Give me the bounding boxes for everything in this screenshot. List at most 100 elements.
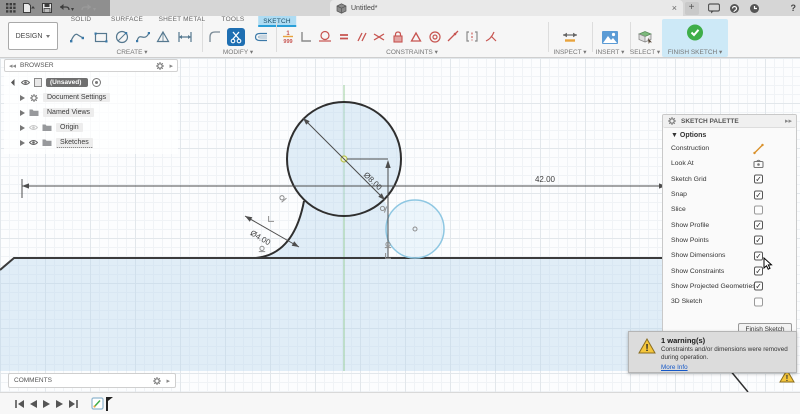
parallel-constraint-icon[interactable]	[352, 28, 370, 46]
more-info-link[interactable]: More Info	[661, 364, 688, 371]
expanded-arrow-icon[interactable]	[11, 79, 18, 86]
comments-bubble-icon[interactable]	[708, 3, 720, 14]
finish-sketch-label[interactable]: FINISH SKETCH ▾	[668, 48, 723, 56]
polygon-icon[interactable]	[154, 28, 172, 46]
dimension-constraint-icon[interactable]: 1999	[279, 28, 297, 46]
app-grid-icon[interactable]	[6, 3, 16, 13]
trim-icon[interactable]	[227, 28, 245, 46]
insert-section-label[interactable]: INSERT ▾	[596, 48, 625, 56]
timeline-step-forward-button[interactable]	[55, 399, 64, 409]
palette-row-show-dimensions[interactable]: Show Dimensions ✓	[663, 248, 796, 263]
workspace-selector[interactable]: DESIGN	[8, 22, 58, 50]
timeline-play-button[interactable]	[42, 399, 51, 409]
circle-icon[interactable]	[113, 28, 131, 46]
expand-right-icon[interactable]: ▸	[169, 62, 173, 70]
tab-solid[interactable]: SOLID	[71, 16, 92, 27]
horizontal-vertical-constraint-icon[interactable]	[297, 28, 315, 46]
show-projected-geometries-checkbox[interactable]: ✓	[754, 282, 763, 291]
sketch-dimension-icon[interactable]	[176, 28, 194, 46]
line-icon[interactable]	[68, 28, 86, 46]
comments-panel[interactable]: COMMENTS ▸	[8, 373, 176, 388]
document-tab[interactable]: Untitled* ×	[330, 0, 683, 16]
select-section-label[interactable]: SELECT ▾	[630, 48, 660, 56]
construction-icon[interactable]	[753, 143, 764, 154]
palette-row-sketch-grid[interactable]: Sketch Grid ✓	[663, 172, 796, 187]
gear-icon[interactable]	[667, 116, 677, 126]
inspect-section-label[interactable]: INSPECT ▾	[553, 48, 586, 56]
midpoint-constraint-icon[interactable]	[407, 28, 425, 46]
profile-region-below-line[interactable]	[0, 258, 690, 371]
show-dimensions-checkbox[interactable]: ✓	[754, 251, 763, 260]
show-points-checkbox[interactable]: ✓	[754, 236, 763, 245]
dimension-small-arc[interactable]: Ø4.00	[245, 216, 299, 247]
help-icon[interactable]: ?	[791, 3, 797, 13]
sketch-grid-checkbox[interactable]: ✓	[754, 175, 763, 184]
tab-surface[interactable]: SURFACE	[111, 16, 143, 27]
file-menu-icon[interactable]	[23, 3, 35, 13]
undo-icon[interactable]	[59, 3, 74, 13]
offset-icon[interactable]	[252, 28, 270, 46]
show-profile-checkbox[interactable]: ✓	[754, 221, 763, 230]
collapse-left-icon[interactable]: ◂◂	[9, 62, 16, 70]
tree-root-row[interactable]: (Unsaved)	[4, 75, 178, 90]
spline-icon[interactable]	[134, 28, 152, 46]
symmetry-constraint-icon[interactable]	[463, 28, 481, 46]
collapsed-arrow-icon[interactable]	[20, 125, 25, 131]
timeline-position-marker[interactable]	[106, 397, 108, 411]
collapsed-arrow-icon[interactable]	[20, 140, 25, 146]
palette-row-show-projected-geometries[interactable]: Show Projected Geometries ✓	[663, 279, 796, 294]
tab-sketch[interactable]: SKETCH	[258, 16, 296, 27]
new-tab-icon[interactable]: +	[685, 2, 699, 15]
activate-component-icon[interactable]	[92, 78, 101, 87]
palette-row-show-constraints[interactable]: Show Constraints ✓	[663, 263, 796, 278]
collapse-right-icon[interactable]: ▸▸	[785, 117, 792, 125]
tab-sheet-metal[interactable]: SHEET METAL	[159, 16, 206, 27]
look-at-icon[interactable]	[753, 158, 764, 169]
inspect-icon[interactable]	[561, 28, 579, 46]
constraints-section-label[interactable]: CONSTRAINTS ▾	[386, 48, 438, 56]
palette-row-show-profile[interactable]: Show Profile ✓	[663, 217, 796, 232]
browser-header[interactable]: ◂◂ BROWSER ▸	[4, 59, 178, 72]
timeline-go-to-end-button[interactable]	[68, 399, 79, 409]
sketch-palette-header[interactable]: SKETCH PALETTE ▸▸	[663, 115, 796, 128]
snap-checkbox[interactable]: ✓	[754, 190, 763, 199]
collapsed-arrow-icon[interactable]	[20, 95, 25, 101]
fillet-icon[interactable]	[206, 28, 224, 46]
small-circle[interactable]	[386, 200, 444, 258]
root-document-label[interactable]: (Unsaved)	[46, 78, 88, 87]
tab-tools[interactable]: TOOLS	[222, 16, 245, 27]
tree-item-document-settings[interactable]: Document Settings	[4, 90, 178, 105]
palette-row-snap[interactable]: Snap ✓	[663, 187, 796, 202]
options-section-header[interactable]: ▼ Options	[663, 128, 796, 141]
tree-item-origin[interactable]: Origin	[4, 120, 178, 135]
timeline-sketch-feature[interactable]	[91, 397, 104, 410]
select-icon[interactable]	[636, 28, 654, 46]
palette-row-3d-sketch[interactable]: 3D Sketch	[663, 294, 796, 309]
visibility-eye-icon[interactable]	[21, 79, 30, 86]
save-icon[interactable]	[42, 3, 52, 13]
equal-constraint-icon[interactable]	[335, 28, 353, 46]
job-status-clock-icon[interactable]	[749, 3, 760, 14]
tab-close-icon[interactable]: ×	[672, 4, 677, 13]
palette-row-construction[interactable]: Construction	[663, 141, 796, 156]
palette-row-look-at[interactable]: Look At	[663, 156, 796, 171]
3d-sketch-checkbox[interactable]	[754, 297, 763, 306]
insert-icon[interactable]	[601, 28, 619, 46]
sync-status-icon[interactable]	[729, 3, 740, 14]
tree-item-named-views[interactable]: Named Views	[4, 105, 178, 120]
curvature-constraint-icon[interactable]	[482, 28, 500, 46]
tree-item-sketches[interactable]: Sketches	[4, 135, 178, 150]
visibility-eye-icon[interactable]	[29, 124, 38, 131]
visibility-eye-icon[interactable]	[29, 139, 38, 146]
tangent-constraint-icon[interactable]	[316, 28, 334, 46]
palette-row-show-points[interactable]: Show Points ✓	[663, 233, 796, 248]
concentric-constraint-icon[interactable]	[426, 28, 444, 46]
timeline-go-to-start-button[interactable]	[14, 399, 25, 409]
collinear-constraint-icon[interactable]	[444, 28, 462, 46]
show-constraints-checkbox[interactable]: ✓	[754, 267, 763, 276]
palette-row-slice[interactable]: Slice	[663, 202, 796, 217]
expand-right-icon[interactable]: ▸	[166, 377, 170, 385]
create-section-label[interactable]: CREATE ▾	[117, 48, 148, 56]
fix-lock-constraint-icon[interactable]	[389, 28, 407, 46]
slice-checkbox[interactable]	[754, 205, 763, 214]
